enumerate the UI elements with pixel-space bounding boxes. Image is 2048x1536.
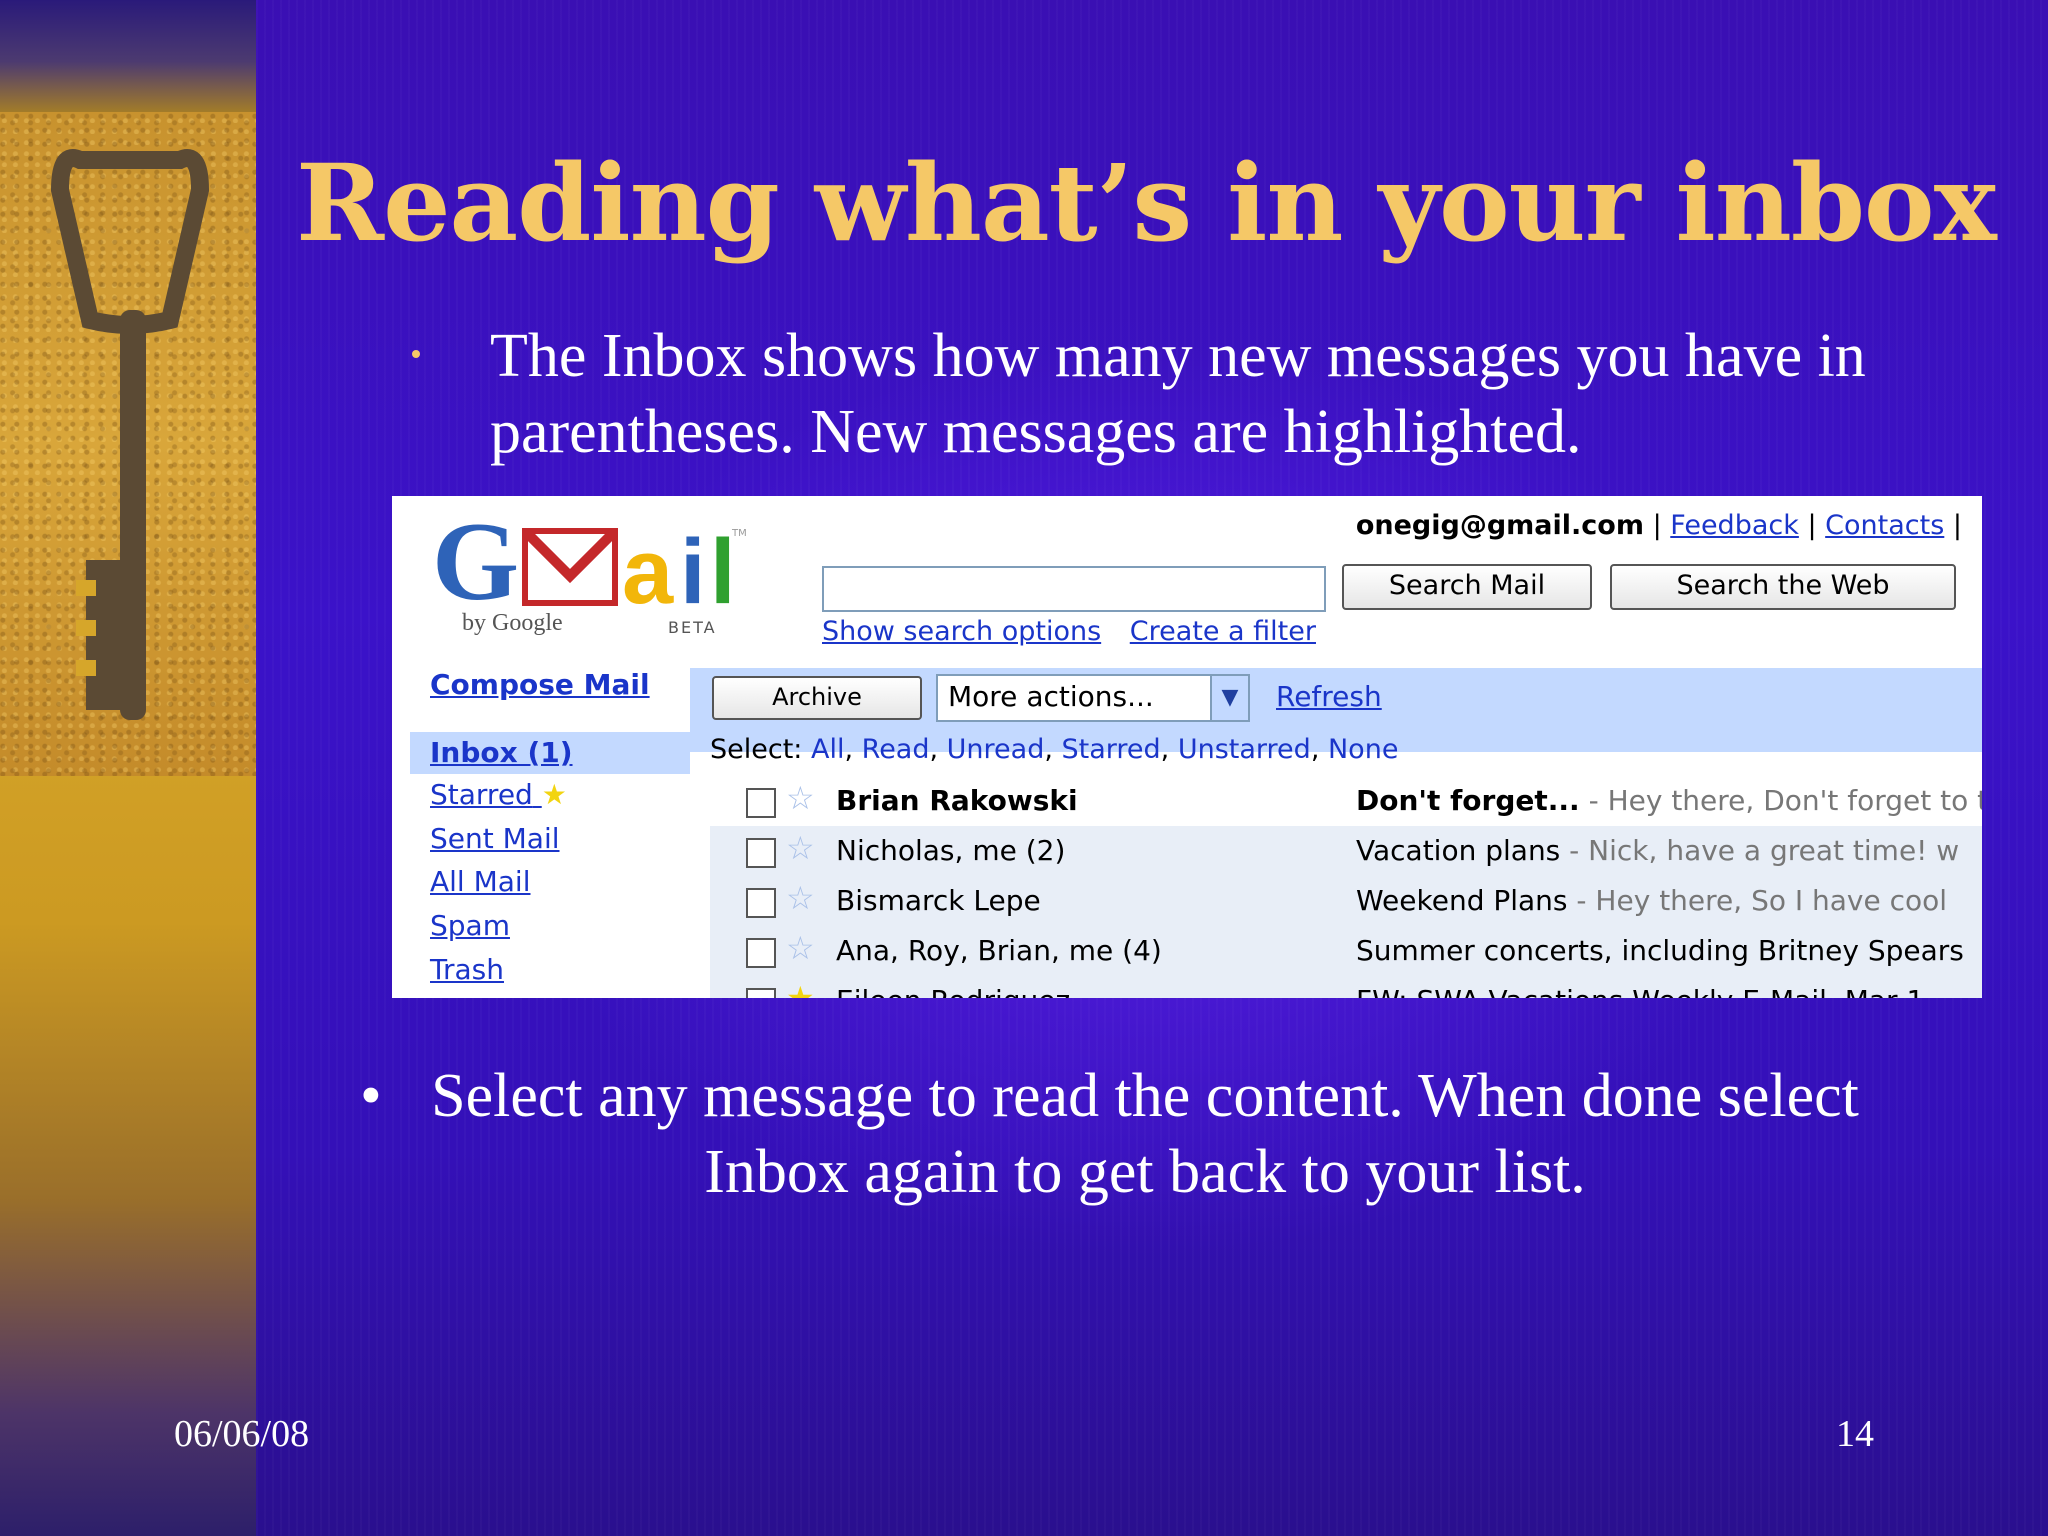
search-mail-button[interactable]: Search Mail (1342, 564, 1592, 610)
star-icon[interactable]: ★ (786, 982, 815, 998)
table-row[interactable]: ★ Eileen Rodriguez FW: SWA Vacations Wee… (710, 976, 1982, 998)
table-row[interactable]: ☆ Brian Rakowski Don't forget... - Hey t… (710, 776, 1982, 828)
message-from: Bismarck Lepe (836, 884, 1041, 917)
separator: | (1652, 510, 1662, 541)
separator: | (1952, 510, 1962, 541)
logo-letter-l: l (710, 521, 736, 623)
compose-mail-link[interactable]: Compose Mail (430, 668, 650, 701)
nav-inbox-link[interactable]: Inbox (1) (430, 736, 573, 769)
archive-button[interactable]: Archive (712, 676, 922, 720)
select-none-link[interactable]: None (1328, 734, 1398, 765)
message-subject: Summer concerts, including Britney Spear… (1356, 934, 1964, 967)
message-from: Nicholas, me (2) (836, 834, 1066, 867)
message-subject: Vacation plans - Nick, have a great time… (1356, 834, 1959, 867)
select-label: Select: (710, 734, 803, 765)
logo-by-google: by Google (462, 610, 563, 636)
gmail-envelope-icon (522, 528, 618, 606)
message-subject-text: Weekend Plans (1356, 884, 1568, 917)
message-subject-text: Vacation plans (1356, 834, 1561, 867)
message-from: Ana, Roy, Brian, me (4) (836, 934, 1162, 967)
select-unstarred-link[interactable]: Unstarred (1178, 734, 1311, 765)
more-actions-label: More actions... (948, 680, 1154, 713)
select-read-link[interactable]: Read (862, 734, 930, 765)
feedback-link[interactable]: Feedback (1670, 510, 1799, 541)
table-row[interactable]: ☆ Ana, Roy, Brian, me (4) Summer concert… (710, 926, 1982, 978)
nav-trash-link[interactable]: Trash (430, 953, 504, 986)
message-subject: Don't forget... - Hey there, Don't forge… (1356, 784, 1982, 817)
logo-letter-a: a (622, 521, 674, 623)
nav-inbox-row[interactable]: Inbox (1) (410, 732, 690, 774)
slide-title: Reading what’s in your inbox (296, 140, 1997, 265)
table-row[interactable]: ☆ Bismarck Lepe Weekend Plans - Hey ther… (710, 876, 1982, 928)
nav-starred-label: Starred (430, 778, 533, 811)
refresh-link[interactable]: Refresh (1276, 680, 1382, 713)
row-checkbox[interactable] (746, 788, 776, 818)
bullet-text-inbox-count: The Inbox shows how many new messages yo… (490, 322, 1866, 466)
row-checkbox[interactable] (746, 888, 776, 918)
nav-spam-link[interactable]: Spam (430, 909, 510, 942)
message-snippet: - Hey there, So I have cool (1567, 884, 1948, 917)
table-row[interactable]: ☆ Nicholas, me (2) Vacation plans - Nick… (710, 826, 1982, 878)
search-links: Show search options Create a filter (822, 616, 1336, 647)
message-subject: Weekend Plans - Hey there, So I have coo… (1356, 884, 1947, 917)
key-icon (50, 149, 210, 720)
bullet-marker (412, 314, 422, 324)
select-unread-link[interactable]: Unread (947, 734, 1045, 765)
show-search-options-link[interactable]: Show search options (822, 616, 1101, 647)
star-icon[interactable]: ☆ (786, 782, 815, 814)
message-subject-text: Don't forget... (1356, 784, 1580, 817)
left-decor-strip (0, 0, 256, 1536)
footer-page-number: 14 (1836, 1413, 1874, 1455)
separator: | (1807, 510, 1817, 541)
footer-date: 06/06/08 (174, 1413, 310, 1455)
logo-letter-g: G (432, 500, 520, 624)
select-all-link[interactable]: All (811, 734, 844, 765)
more-actions-select[interactable]: More actions... ▼ (936, 674, 1250, 722)
select-links: Select: All, Read, Unread, Starred, Unst… (710, 734, 1399, 765)
create-filter-link[interactable]: Create a filter (1130, 616, 1316, 647)
nav-starred-link[interactable]: Starred ★ (430, 778, 567, 811)
contacts-link[interactable]: Contacts (1825, 510, 1944, 541)
search-input[interactable] (822, 566, 1326, 612)
nav-all-mail-link[interactable]: All Mail (430, 865, 531, 898)
chevron-down-icon[interactable]: ▼ (1210, 676, 1248, 720)
message-snippet: - Hey there, Don't forget to t (1579, 784, 1982, 817)
bullet-text-select-message: Select any message to read the content. … (431, 1062, 1859, 1206)
search-web-button[interactable]: Search the Web (1610, 564, 1956, 610)
row-checkbox[interactable] (746, 988, 776, 998)
logo-beta: BETA (668, 618, 717, 637)
gmail-screenshot: G a i l TM by Google BETA onegig@gmail.c… (392, 496, 1982, 998)
message-from: Eileen Rodriguez (836, 984, 1070, 998)
message-subject-text: FW: SWA Vacations Weekly E-Mail, Mar 1 (1356, 984, 1924, 998)
message-subject: FW: SWA Vacations Weekly E-Mail, Mar 1 (1356, 984, 1924, 998)
row-checkbox[interactable] (746, 938, 776, 968)
account-email: onegig@gmail.com (1355, 510, 1644, 541)
bullet-marker: • (360, 1062, 382, 1130)
message-subject-text: Summer concerts, including Britney Spear… (1356, 934, 1964, 967)
message-from: Brian Rakowski (836, 784, 1078, 817)
nav-sent-link[interactable]: Sent Mail (430, 822, 560, 855)
message-snippet: - Nick, have a great time! w (1560, 834, 1960, 867)
logo-trademark: TM (732, 528, 747, 539)
select-starred-link[interactable]: Starred (1062, 734, 1161, 765)
gmail-logo: G a i l TM by Google BETA (432, 500, 752, 637)
star-icon[interactable]: ☆ (786, 832, 815, 864)
star-icon[interactable]: ☆ (786, 882, 815, 914)
star-icon: ★ (541, 778, 567, 811)
logo-letter-i: i (680, 521, 706, 623)
account-bar: onegig@gmail.com | Feedback | Contacts | (1356, 510, 1962, 541)
row-checkbox[interactable] (746, 838, 776, 868)
star-icon[interactable]: ☆ (786, 932, 815, 964)
